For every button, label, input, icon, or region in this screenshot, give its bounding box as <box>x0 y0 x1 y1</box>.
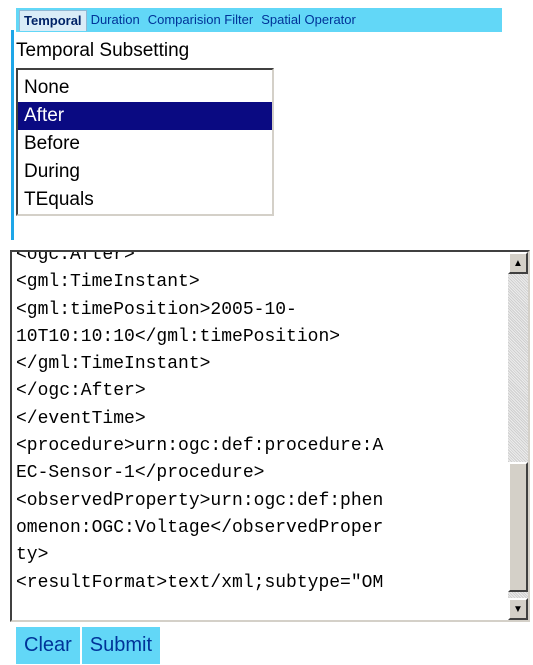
vertical-scrollbar[interactable]: ▲ ▼ <box>508 252 528 620</box>
tab-duration[interactable]: Duration <box>87 9 144 31</box>
tab-temporal[interactable]: Temporal <box>19 9 87 31</box>
xml-line: 10T10:10:10</gml:timePosition> <box>16 326 341 347</box>
xml-line: </ogc:After> <box>16 381 146 402</box>
xml-line: <procedure>urn:ogc:def:procedure:A <box>16 436 384 457</box>
scroll-down-arrow-icon[interactable]: ▼ <box>508 598 528 620</box>
xml-request-text[interactable]: <ogc:After> <gml:TimeInstant> <gml:timePos… <box>16 250 504 597</box>
section-title: Temporal Subsetting <box>16 40 190 61</box>
section-accent-bar <box>11 30 14 240</box>
tab-bar: Temporal Duration Comparision Filter Spa… <box>16 8 502 32</box>
scroll-up-arrow-icon[interactable]: ▲ <box>508 252 528 274</box>
tab-comparision-filter[interactable]: Comparision Filter <box>144 9 257 31</box>
tab-spatial-operator[interactable]: Spatial Operator <box>257 9 360 31</box>
scrollbar-thumb[interactable] <box>508 462 528 592</box>
xml-line: <gml:TimeInstant> <box>16 272 200 293</box>
xml-line: omenon:OGC:Voltage</observedProper <box>16 517 384 538</box>
submit-button[interactable]: Submit <box>79 627 161 664</box>
temporal-operator-listbox[interactable]: None After Before During TEquals <box>16 68 274 216</box>
clear-button[interactable]: Clear <box>16 627 80 664</box>
xml-line: </gml:TimeInstant> <box>16 354 211 375</box>
xml-line: EC-Sensor-1</procedure> <box>16 463 265 484</box>
option-before[interactable]: Before <box>18 130 272 158</box>
xml-line: </eventTime> <box>16 408 146 429</box>
xml-line: <observedProperty>urn:ogc:def:phen <box>16 490 384 511</box>
xml-line: <resultFormat>text/xml;subtype="OM <box>16 572 384 593</box>
action-buttons: Clear Submit <box>16 627 161 664</box>
option-after[interactable]: After <box>18 102 272 130</box>
option-tequals[interactable]: TEquals <box>18 186 272 214</box>
xml-line: ty> <box>16 545 49 566</box>
xml-line: <gml:timePosition>2005-10- <box>16 299 297 320</box>
option-none[interactable]: None <box>18 74 272 102</box>
option-during[interactable]: During <box>18 158 272 186</box>
xml-line: <ogc:After> <box>16 250 135 265</box>
xml-request-textarea[interactable]: <ogc:After> <gml:TimeInstant> <gml:timePos… <box>10 250 530 622</box>
